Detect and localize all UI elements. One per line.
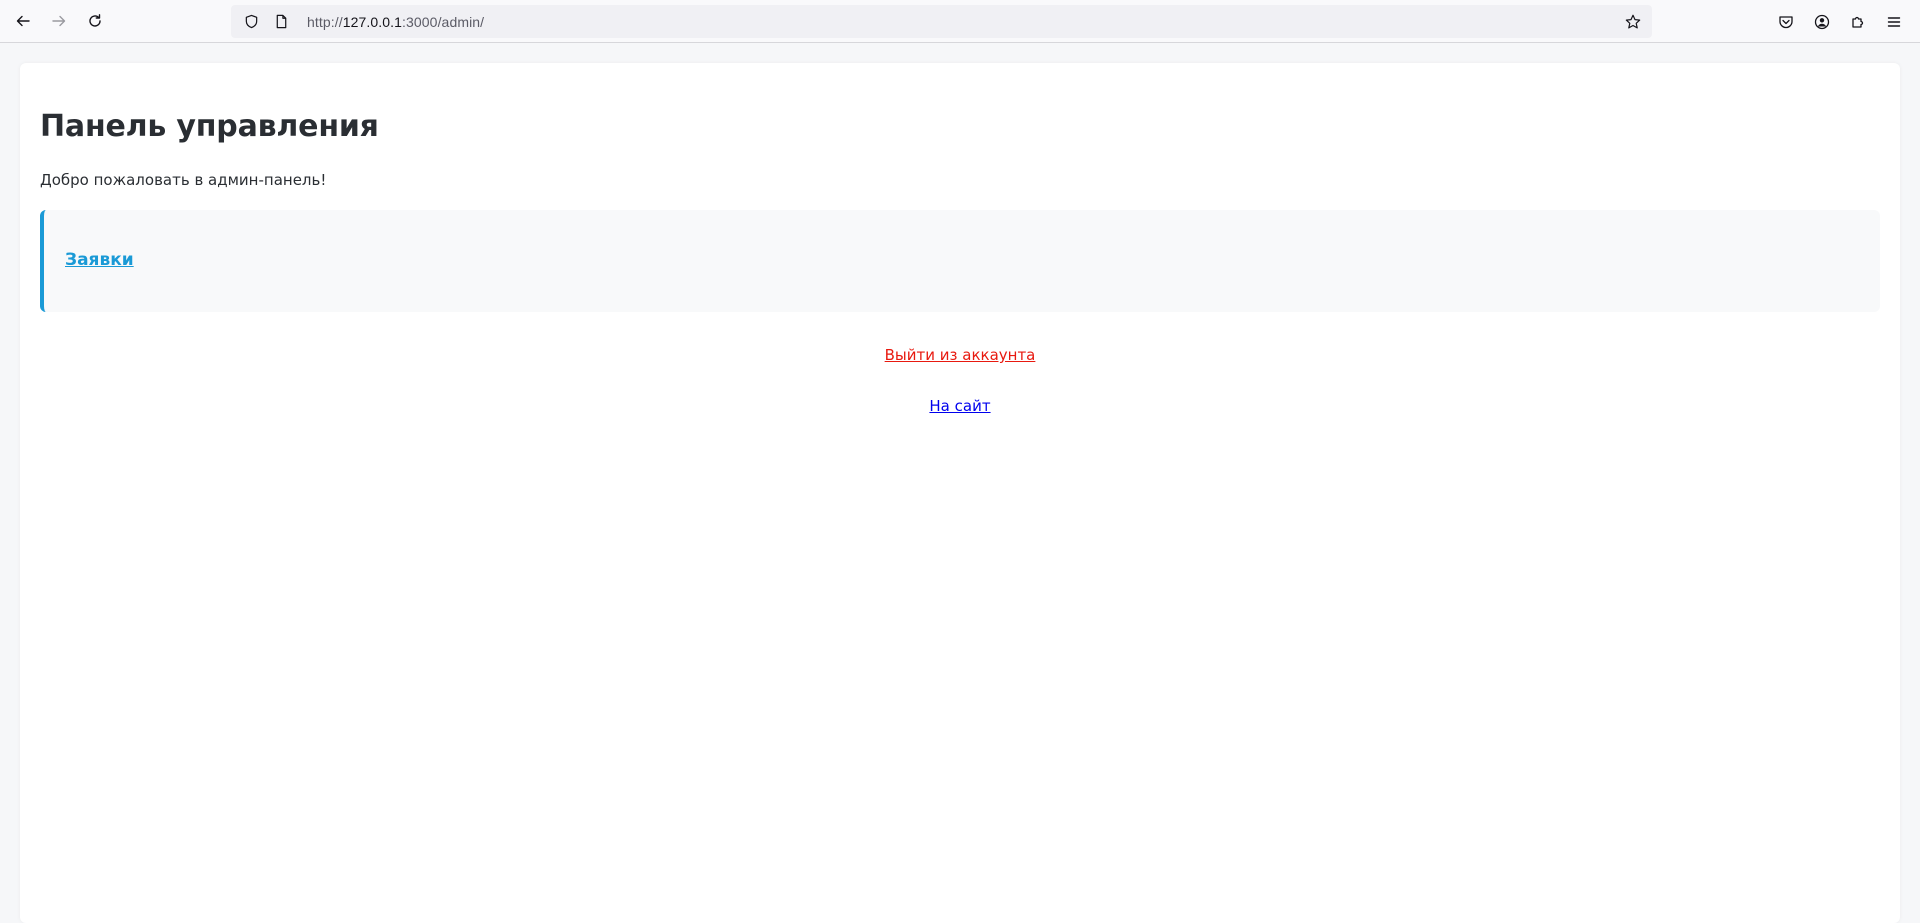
url-scheme: http:// [307, 13, 343, 30]
extensions-button[interactable] [1840, 6, 1876, 38]
url-text[interactable]: http://127.0.0.1:3000/admin/ [307, 14, 484, 30]
requests-link[interactable]: Заявки [65, 250, 134, 270]
pocket-icon [1779, 16, 1793, 29]
hamburger-menu-icon [1887, 17, 1901, 27]
logout-link-wrap: Выйти из аккаунта [20, 345, 1900, 364]
shield-icon[interactable] [239, 10, 263, 34]
app-menu-button[interactable] [1876, 6, 1912, 38]
back-button[interactable] [5, 5, 41, 37]
browser-toolbar: http://127.0.0.1:3000/admin/ [0, 0, 1920, 43]
admin-panel-card: Панель управления Добро пожаловать в адм… [20, 63, 1900, 923]
url-host: 127.0.0.1 [342, 13, 403, 30]
toolbar-right [1768, 6, 1912, 38]
back-arrow-icon [16, 15, 30, 27]
puzzle-icon [1852, 16, 1864, 28]
url-bar[interactable]: http://127.0.0.1:3000/admin/ [231, 5, 1652, 38]
page-title: Панель управления [40, 109, 379, 144]
forward-arrow-icon [52, 15, 66, 27]
forward-button[interactable] [41, 5, 77, 37]
account-icon [1814, 14, 1830, 30]
welcome-text: Добро пожаловать в админ-панель! [40, 171, 327, 189]
reload-button[interactable] [77, 5, 113, 37]
logout-link[interactable]: Выйти из аккаунта [885, 346, 1036, 364]
url-path: :3000/admin/ [402, 13, 485, 30]
account-button[interactable] [1804, 6, 1840, 38]
page-icon[interactable] [269, 10, 293, 34]
nav-buttons [5, 5, 113, 37]
pocket-button[interactable] [1768, 6, 1804, 38]
bookmark-star-button[interactable] [1620, 9, 1646, 35]
site-link-wrap: На сайт [20, 396, 1900, 415]
reload-icon [89, 14, 101, 27]
star-icon [1625, 14, 1641, 29]
site-link[interactable]: На сайт [929, 397, 990, 415]
menu-card-requests: Заявки [40, 210, 1880, 312]
